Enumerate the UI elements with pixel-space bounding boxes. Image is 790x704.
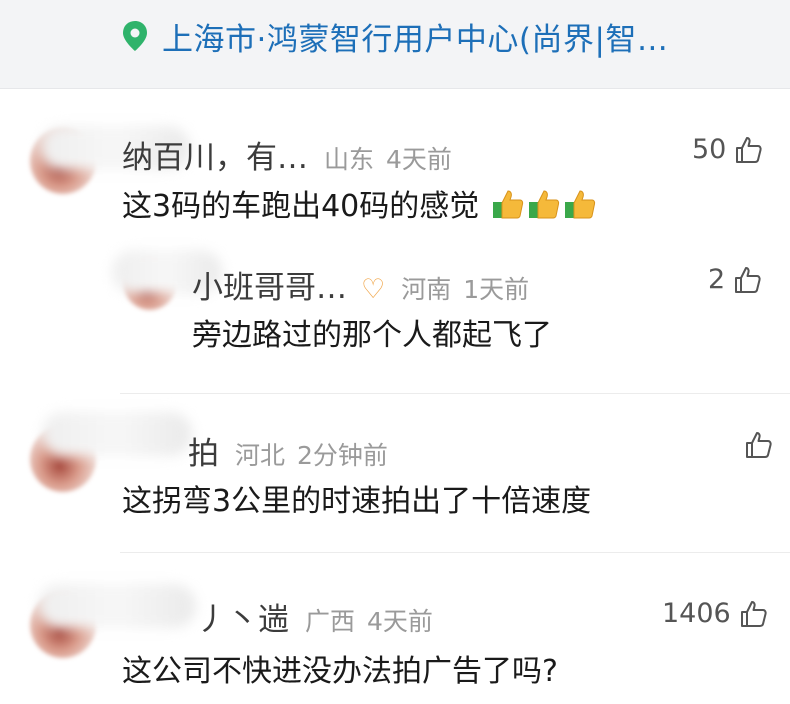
like-button[interactable] [736,430,774,460]
thumbs-up-icon [746,432,772,458]
comment-text: 这3码的车跑出40码的感觉 [122,189,480,224]
blurred-username-mask [42,412,192,456]
like-button[interactable]: 50 [692,134,764,165]
like-button[interactable]: 2 [708,264,763,295]
comment-author[interactable]: 丿丶遄 [196,594,289,639]
location-text[interactable]: 上海市·鸿蒙智行用户中心(尚界|智… [162,14,668,59]
comment-author[interactable]: 拍 [188,428,219,473]
comment-text: 旁边路过的那个人都起飞了 [192,318,552,353]
comment-region: 河北 [235,441,286,470]
thumbs-up-icon [735,266,761,293]
like-count: 2 [708,264,726,295]
comment-text: 这拐弯3公里的时速拍出了十倍速度 [122,484,592,519]
like-count: 50 [692,134,727,165]
comment-time: 4天前 [367,607,433,636]
comment-time: 4天前 [386,145,452,174]
comment-author[interactable]: 小班哥哥… [192,262,347,307]
blurred-username-mask [38,584,196,628]
location-bar[interactable]: 上海市·鸿蒙智行用户中心(尚界|智… [0,0,790,89]
user-badge-icon: ♡ [361,274,386,305]
thumbs-up-emoji [492,190,523,219]
comment-region: 广西 [305,607,356,636]
location-pin-icon [123,21,147,51]
thumbs-up-icon [736,136,762,163]
divider [120,393,790,394]
like-button[interactable]: 1406 [662,598,769,629]
comment-region: 河南 [401,275,452,304]
divider [120,552,790,553]
comment-time: 1天前 [463,275,530,304]
comment-time: 2分钟前 [297,441,388,470]
thumbs-up-emoji [564,190,595,219]
comment-region: 山东 [324,145,375,174]
comment-author[interactable]: 纳百川，有… [122,132,308,177]
thumbs-up-icon [740,600,767,627]
thumbs-up-emoji [528,190,559,219]
like-count: 1406 [662,598,731,629]
comment-text: 这公司不快进没办法拍广告了吗? [122,654,558,689]
